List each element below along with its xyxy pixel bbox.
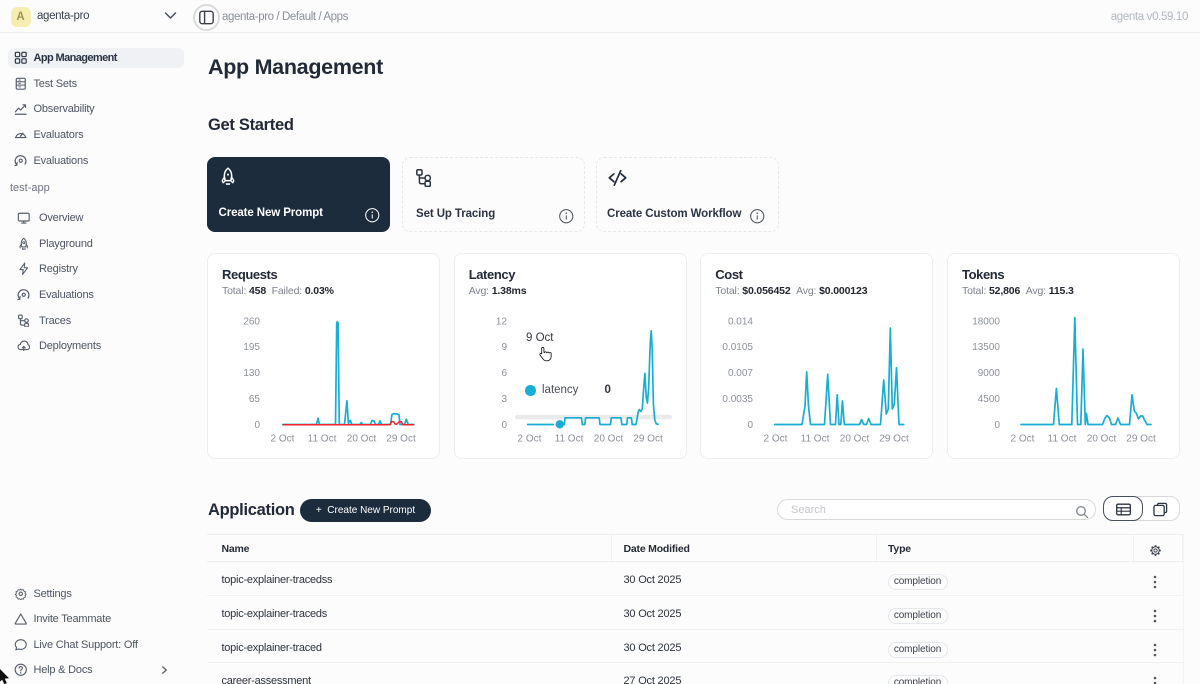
svg-text:2 Oct: 2 Oct <box>517 433 541 444</box>
svg-text:13500: 13500 <box>972 342 1000 353</box>
svg-text:0: 0 <box>994 420 1000 431</box>
svg-text:11 Oct: 11 Oct <box>1048 433 1077 444</box>
svg-text:20 Oct: 20 Oct <box>593 433 623 444</box>
svg-text:195: 195 <box>243 342 260 353</box>
svg-text:20 Oct: 20 Oct <box>347 433 377 444</box>
svg-text:130: 130 <box>243 368 260 379</box>
svg-text:11 Oct: 11 Oct <box>554 433 583 444</box>
svg-text:11 Oct: 11 Oct <box>801 433 830 444</box>
svg-text:29 Oct: 29 Oct <box>633 433 663 444</box>
svg-text:2 Oct: 2 Oct <box>1011 433 1035 444</box>
svg-text:65: 65 <box>249 394 261 405</box>
svg-text:20 Oct: 20 Oct <box>840 433 870 444</box>
svg-text:2 Oct: 2 Oct <box>764 433 788 444</box>
svg-text:0.007: 0.007 <box>728 368 753 379</box>
svg-text:3: 3 <box>501 394 507 405</box>
svg-text:0.0035: 0.0035 <box>723 394 754 405</box>
svg-text:29 Oct: 29 Oct <box>1126 433 1156 444</box>
svg-text:12: 12 <box>496 316 508 327</box>
svg-text:18000: 18000 <box>972 316 1000 327</box>
svg-text:20 Oct: 20 Oct <box>1087 433 1117 444</box>
svg-text:29 Oct: 29 Oct <box>386 433 416 444</box>
svg-text:9000: 9000 <box>978 368 1001 379</box>
svg-text:0: 0 <box>501 420 507 431</box>
svg-text:9: 9 <box>501 342 507 353</box>
svg-text:11 Oct: 11 Oct <box>308 433 337 444</box>
svg-text:0.0105: 0.0105 <box>723 342 754 353</box>
svg-text:0: 0 <box>748 420 754 431</box>
svg-text:6: 6 <box>501 368 507 379</box>
svg-text:29 Oct: 29 Oct <box>880 433 910 444</box>
svg-text:0.014: 0.014 <box>728 316 753 327</box>
svg-text:260: 260 <box>243 316 260 327</box>
svg-text:4500: 4500 <box>978 394 1001 405</box>
svg-text:2 Oct: 2 Oct <box>271 433 295 444</box>
svg-text:0: 0 <box>254 420 260 431</box>
